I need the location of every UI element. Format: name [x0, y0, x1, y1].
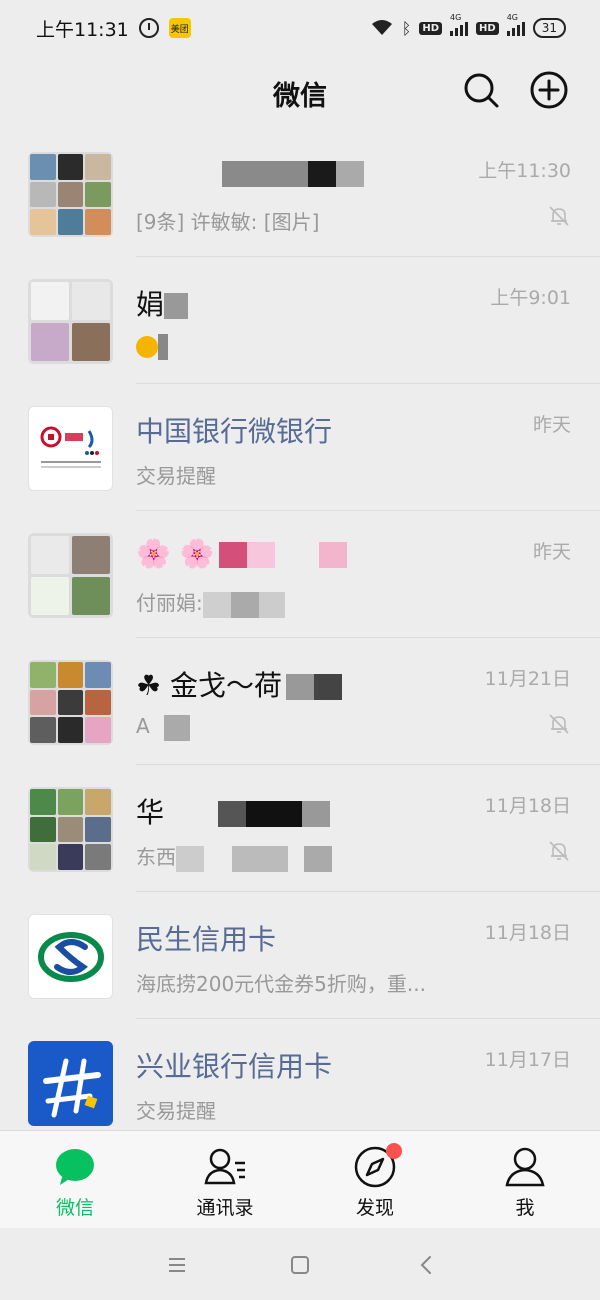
chat-preview: A — [136, 714, 190, 741]
tab-label: 微信 — [55, 1197, 94, 1219]
battery-icon: 31 — [532, 18, 566, 38]
boc-logo-icon — [40, 426, 101, 468]
status-right: ᛒ HD 4G HD 4G 31 — [370, 13, 566, 38]
chat-name — [136, 156, 364, 189]
chat-preview — [136, 333, 168, 360]
chat-list: [9条] 许敏敏: [图片] 上午11:30 娟 上午9:01 中国银行微银行 … — [0, 130, 600, 1130]
chat-item[interactable]: [9条] 许敏敏: [图片] 上午11:30 — [0, 130, 600, 257]
emoji-icon — [136, 335, 158, 358]
hd-icon: HD — [476, 21, 499, 35]
group-avatar — [28, 279, 113, 364]
chat-preview: 交易提醒 — [136, 464, 216, 488]
chat-name: 娟 — [136, 283, 189, 323]
chat-time: 11月18日 — [484, 922, 571, 944]
system-nav-bar — [0, 1228, 600, 1300]
alarm-icon — [138, 18, 159, 38]
chat-item[interactable]: 🌸 🌸 付丽娟: 昨天 — [0, 511, 600, 638]
chat-time: 昨天 — [532, 414, 571, 436]
tab-label: 我 — [515, 1197, 535, 1219]
mute-bell-icon — [549, 714, 569, 734]
chat-time: 上午9:01 — [490, 287, 571, 309]
wifi-icon — [371, 20, 392, 35]
chat-item[interactable]: 兴业银行信用卡 交易提醒 11月17日 — [0, 1019, 600, 1130]
bluetooth-icon: ᛒ — [401, 18, 412, 38]
person-icon — [505, 1147, 545, 1187]
chat-preview: 海底捞200元代金券5折购，重... — [136, 972, 426, 996]
tab-chats[interactable]: 微信 — [0, 1131, 150, 1228]
contacts-icon — [204, 1148, 245, 1185]
chat-name: ☘ 金戈～荷 — [136, 664, 343, 704]
signal-icon: 4G — [506, 13, 525, 36]
chat-item[interactable]: 中国银行微银行 交易提醒 昨天 — [0, 384, 600, 511]
mute-bell-icon — [549, 841, 569, 861]
chat-preview: 交易提醒 — [136, 1099, 216, 1123]
tab-label: 通讯录 — [196, 1197, 254, 1219]
back-icon[interactable] — [411, 1250, 441, 1280]
chat-item[interactable]: 华 东西 11月18日 — [0, 765, 600, 892]
group-avatar — [28, 660, 113, 745]
group-avatar — [28, 533, 113, 618]
status-time: 上午11:31 — [36, 18, 129, 41]
chat-time: 上午11:30 — [478, 160, 571, 182]
bottom-tab-bar: 微信 通讯录 发现 我 — [0, 1130, 600, 1228]
chat-preview: 付丽娟: — [136, 587, 285, 618]
minsheng-logo-icon — [38, 932, 104, 982]
menu-icon[interactable] — [162, 1250, 192, 1280]
signal-icon: 4G — [450, 13, 469, 36]
plus-circle-icon[interactable] — [529, 70, 569, 110]
chat-name: 兴业银行信用卡 — [136, 1050, 333, 1083]
chat-item[interactable]: 民生信用卡 海底捞200元代金券5折购，重... 11月18日 — [0, 892, 600, 1019]
tab-discover[interactable]: 发现 — [300, 1131, 450, 1228]
chat-item[interactable]: 娟 上午9:01 — [0, 257, 600, 384]
tab-label: 发现 — [355, 1197, 394, 1219]
chat-name: 华 — [136, 791, 331, 831]
chat-name: 民生信用卡 — [136, 923, 277, 956]
cib-logo-icon — [43, 1058, 101, 1118]
meituan-app-icon: 美团 — [168, 18, 191, 38]
page-title: 微信 — [273, 80, 327, 112]
home-icon[interactable] — [285, 1250, 315, 1280]
cib-avatar — [28, 1041, 113, 1126]
chat-item[interactable]: ☘ 金戈～荷 A 11月21日 — [0, 638, 600, 765]
chat-name: 中国银行微银行 — [136, 415, 333, 448]
chat-time: 昨天 — [532, 541, 571, 563]
chat-preview: 东西 — [136, 841, 332, 872]
status-bar: 上午11:31 美团 ᛒ HD 4G HD 4G 31 — [0, 0, 600, 56]
group-avatar — [28, 787, 113, 872]
hd-icon: HD — [419, 21, 443, 35]
tab-contacts[interactable]: 通讯录 — [150, 1131, 300, 1228]
chat-bubble-icon — [56, 1149, 94, 1185]
chat-time: 11月21日 — [484, 668, 571, 690]
notification-dot — [386, 1143, 402, 1159]
mute-bell-icon — [549, 206, 569, 226]
chat-time: 11月18日 — [484, 795, 571, 817]
chat-name: 🌸 🌸 — [136, 537, 347, 570]
chat-preview: [9条] 许敏敏: [图片] — [136, 210, 320, 234]
tab-me[interactable]: 我 — [450, 1131, 600, 1228]
minsheng-avatar — [28, 914, 113, 999]
chat-time: 11月17日 — [484, 1049, 571, 1071]
search-icon[interactable] — [461, 70, 501, 110]
group-avatar — [28, 152, 113, 237]
boc-avatar — [28, 406, 113, 491]
app-header: 微信 — [0, 56, 600, 130]
